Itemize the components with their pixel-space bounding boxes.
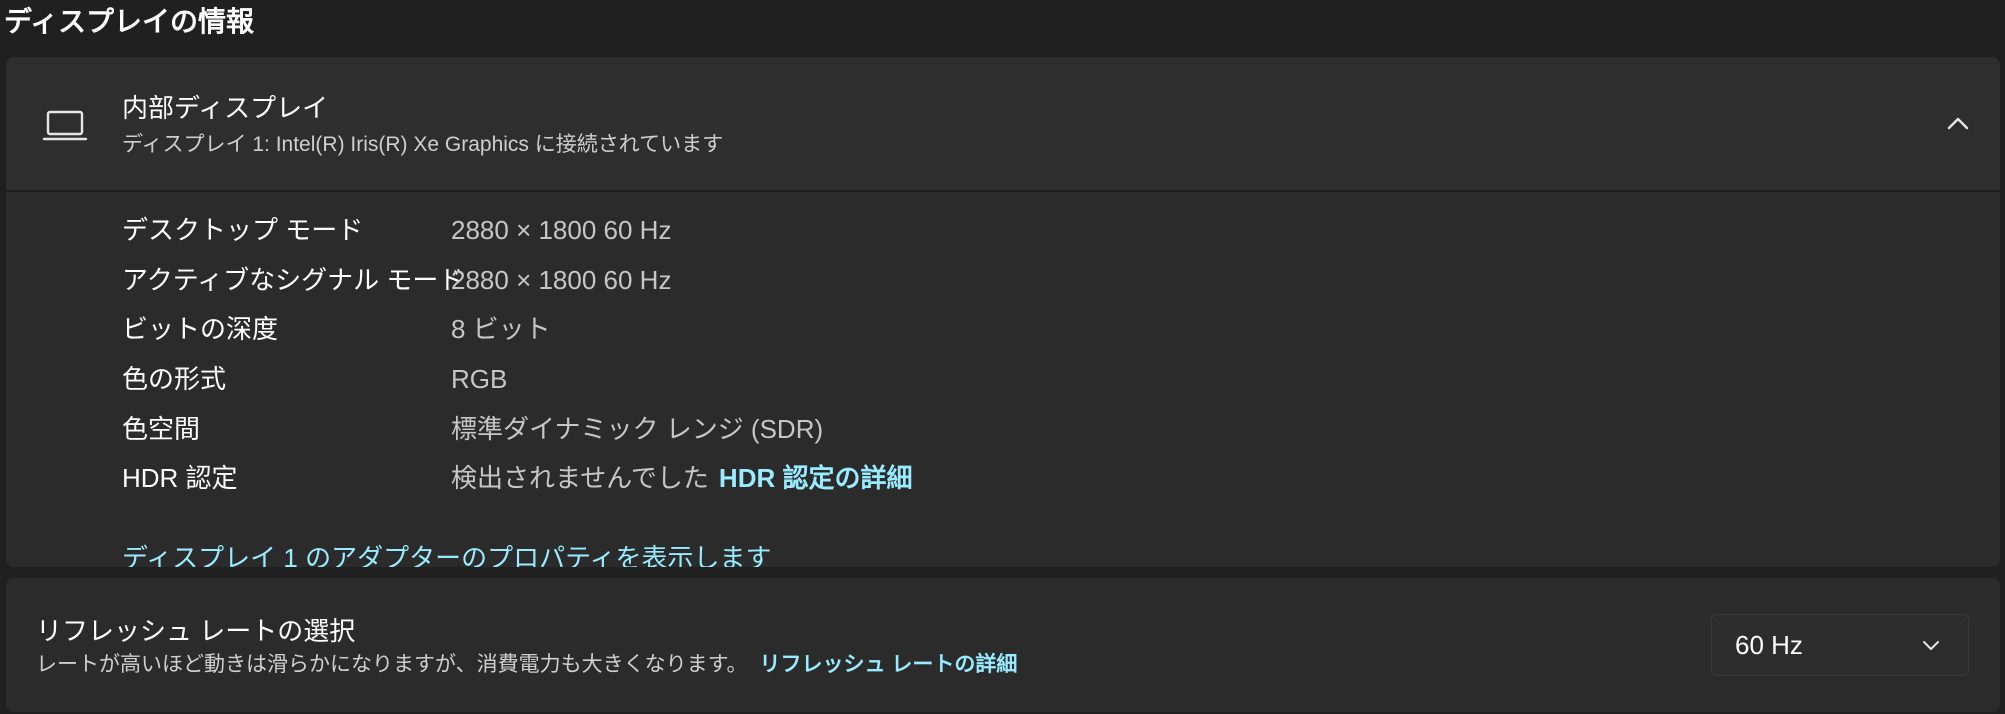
adapter-properties-link[interactable]: ディスプレイ 1 のアダプターのプロパティを表示します	[122, 538, 772, 567]
property-label: アクティブなシグナル モード	[122, 265, 465, 295]
property-value: 標準ダイナミック レンジ (SDR)	[451, 414, 824, 444]
display-card: 内部ディスプレイ ディスプレイ 1: Intel(R) Iris(R) Xe G…	[6, 57, 2000, 567]
property-label: 色空間	[122, 414, 201, 444]
property-hdr-certification: HDR 認定 検出されませんでした HDR 認定の詳細	[122, 458, 1622, 498]
chevron-up-icon	[1946, 115, 1970, 136]
refresh-rate-selected: 60 Hz	[1735, 630, 1803, 660]
property-value: 検出されませんでした HDR 認定の詳細	[451, 458, 912, 498]
section-title: ディスプレイの情報	[4, 6, 255, 37]
laptop-icon	[42, 109, 88, 145]
refresh-rate-description-text: レートが高いほど動きは滑らかになりますが、消費電力も大きくなります。	[36, 653, 748, 676]
property-value: 8 ビット	[451, 314, 551, 344]
property-value: RGB	[451, 364, 508, 394]
property-label: 色の形式	[122, 364, 227, 394]
property-desktop-mode: デスクトップ モード 2880 × 1800 60 Hz	[122, 210, 1622, 250]
property-value: 2880 × 1800 60 Hz	[451, 215, 672, 245]
hdr-details-link[interactable]: HDR 認定の詳細	[719, 463, 913, 493]
display-subtitle: ディスプレイ 1: Intel(R) Iris(R) Xe Graphics に…	[122, 133, 724, 156]
property-color-format: 色の形式 RGB	[122, 359, 1622, 399]
collapse-button[interactable]	[1934, 101, 1982, 149]
property-label: デスクトップ モード	[122, 215, 364, 245]
refresh-rate-description: レートが高いほど動きは滑らかになりますが、消費電力も大きくなります。 リフレッシュ…	[36, 651, 1017, 679]
property-bit-depth: ビットの深度 8 ビット	[122, 309, 1622, 349]
property-label: HDR 認定	[122, 463, 238, 493]
property-label: ビットの深度	[122, 314, 279, 344]
hdr-status: 検出されませんでした	[451, 463, 709, 493]
property-value: 2880 × 1800 60 Hz	[451, 265, 672, 295]
property-active-signal-mode: アクティブなシグナル モード 2880 × 1800 60 Hz	[122, 260, 1622, 300]
display-card-header[interactable]: 内部ディスプレイ ディスプレイ 1: Intel(R) Iris(R) Xe G…	[6, 57, 2000, 192]
refresh-rate-dropdown[interactable]: 60 Hz	[1711, 614, 1969, 676]
display-title: 内部ディスプレイ	[122, 93, 329, 123]
refresh-rate-details-link[interactable]: リフレッシュ レートの詳細	[759, 653, 1017, 676]
property-color-space: 色空間 標準ダイナミック レンジ (SDR)	[122, 409, 1622, 449]
refresh-rate-card: リフレッシュ レートの選択 レートが高いほど動きは滑らかになりますが、消費電力も…	[6, 578, 2000, 712]
refresh-rate-title: リフレッシュ レートの選択	[36, 616, 356, 646]
chevron-down-icon	[1922, 637, 1940, 653]
